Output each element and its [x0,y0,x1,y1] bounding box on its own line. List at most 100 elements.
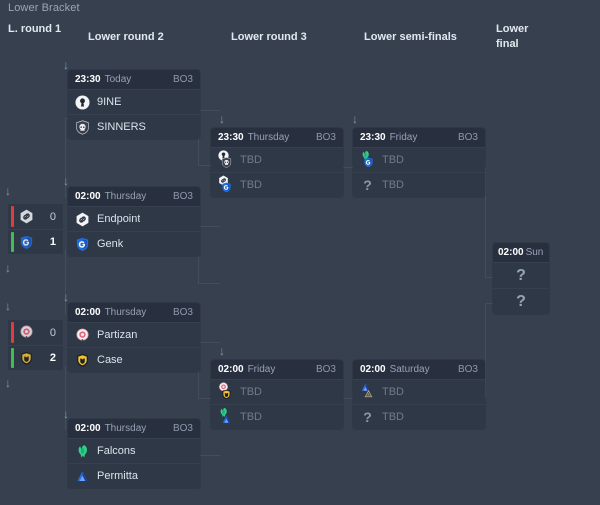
connector [198,342,220,343]
match-day: Thursday [104,191,147,202]
match-card[interactable]: 23:30 Today BO3 9INE SINNERS [68,70,200,139]
team-name: Partizan [97,329,138,341]
team-row[interactable]: TBD [353,379,485,404]
final-slot-row[interactable]: ? [493,288,549,314]
unknown-team-icon: ? [516,267,526,284]
team-logo-icon [19,209,34,224]
team-name: TBD [240,179,262,191]
result-row[interactable]: 1 [8,229,63,254]
connector [485,167,486,277]
match-day: Thursday [247,132,290,143]
team-row[interactable]: TBD [211,379,343,404]
team-row[interactable]: Genk [68,231,200,256]
team-row[interactable]: Endpoint [68,206,200,231]
win-indicator [11,232,14,252]
match-header: 02:00 Thursday BO3 [68,187,200,206]
match-header: 02:00 Friday BO3 [211,360,343,379]
result-row[interactable]: 2 [8,345,63,370]
connector [65,250,66,315]
match-card[interactable]: 02:00 Friday BO3 TBD TBD [211,360,343,429]
feed-in-arrow-icon: ↓ [5,376,11,390]
match-format: BO3 [315,132,336,143]
result-block[interactable]: 02 [8,320,63,370]
team-row[interactable]: TBD [211,147,343,172]
result-row[interactable]: 0 [8,204,63,229]
team-logo-icon [75,94,90,110]
team-row[interactable]: TBD [353,147,485,172]
team-row[interactable]: SINNERS [68,114,200,139]
feed-in-arrow-icon: ↓ [63,407,69,421]
team-logo-icon [221,182,232,193]
match-header: 02:00 Saturday BO3 [353,360,485,379]
team-logo-icon [363,389,374,400]
match-time: 23:30 [360,132,386,143]
feed-in-arrow-icon: ↓ [219,344,225,358]
team-row[interactable]: TBD [211,404,343,429]
connector [198,283,220,284]
match-time: 23:30 [75,74,101,85]
match-header: 02:00 Thursday BO3 [68,419,200,438]
unknown-team-icon: ? [363,408,372,425]
connector [198,455,220,456]
result-row[interactable]: 0 [8,320,63,345]
candidate-logos [218,407,233,426]
feed-in-arrow-icon: ↓ [352,112,358,126]
team-logo-icon [19,325,34,340]
team-name: 9INE [97,96,122,108]
candidate-logos [218,150,233,169]
team-name: Permitta [97,470,138,482]
lower-bracket-view: Lower Bracket L. round 1 Lower round 2 L… [0,0,600,505]
round-header-lower-final: Lower final [496,23,529,50]
candidate-logos [360,383,375,401]
team-logo-icon [75,237,90,252]
team-row[interactable]: ? TBD [353,172,485,197]
match-time: 02:00 [75,423,101,434]
team-name: TBD [382,179,404,191]
team-logo-icon [75,444,90,459]
team-row[interactable]: Case [68,347,200,372]
team-name: Endpoint [97,213,141,225]
match-day: Today [104,74,132,85]
team-row[interactable]: ? TBD [353,404,485,429]
feed-in-arrow-icon: ↓ [219,112,225,126]
team-score: 0 [49,326,56,339]
team-logo-icon [75,119,90,135]
match-day: Thursday [104,307,147,318]
feed-in-arrow-icon: ↓ [5,261,11,275]
match-day: Friday [247,364,276,375]
team-row[interactable]: 9INE [68,89,200,114]
match-card[interactable]: 02:00 Thursday BO3 Falcons Permitta [68,419,200,488]
unknown-team-icon: ? [516,293,526,310]
team-row[interactable]: Partizan [68,322,200,347]
team-logo-icon [19,235,34,250]
team-logo-icon [221,389,232,400]
match-format: BO3 [172,191,193,202]
team-name: Case [97,354,123,366]
candidate-logos [218,382,233,401]
match-day: Sun [525,247,544,258]
match-card[interactable]: 23:30 Friday BO3 TBD? TBD [353,128,485,197]
match-time: 23:30 [218,132,244,143]
feed-in-arrow-icon: ↓ [63,174,69,188]
team-row[interactable]: TBD [211,172,343,197]
team-score: 2 [49,352,56,364]
feed-in-arrow-icon: ↓ [5,184,11,198]
team-row[interactable]: Permitta [68,463,200,488]
team-score: 0 [49,210,56,223]
final-slot-row[interactable]: ? [493,262,549,288]
result-block[interactable]: 01 [8,204,63,254]
round-header-lower-semi-finals: Lower semi-finals [364,31,457,43]
match-card[interactable]: 02:00 Thursday BO3 Partizan Case [68,303,200,372]
match-card[interactable]: 02:00 Saturday BO3 TBD ? TBD [353,360,485,429]
team-name: Genk [97,238,124,250]
team-logo-icon [363,157,374,168]
team-logo-icon [75,328,90,343]
match-card[interactable]: 23:30 Thursday BO3 TBD TBD [211,128,343,197]
match-card-lower-final[interactable]: 02:00 Sun?? [493,243,549,314]
match-card[interactable]: 02:00 Thursday BO3 Endpoint Genk [68,187,200,256]
team-name: Falcons [97,445,136,457]
match-header: 23:30 Today BO3 [68,70,200,89]
team-name: TBD [382,386,404,398]
team-row[interactable]: Falcons [68,438,200,463]
loss-indicator [11,322,14,343]
